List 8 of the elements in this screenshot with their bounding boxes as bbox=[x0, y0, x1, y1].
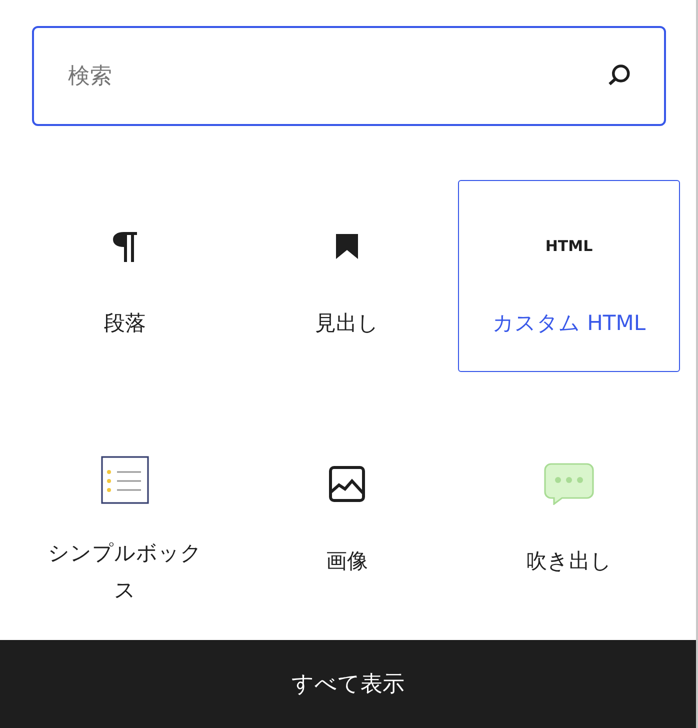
image-icon bbox=[328, 465, 366, 503]
bookmark-icon bbox=[335, 232, 359, 260]
speech-balloon-icon bbox=[544, 463, 594, 505]
html-icon: HTML bbox=[545, 237, 593, 255]
block-item[interactable]: HTML カスタム HTML bbox=[458, 180, 680, 372]
list-icon bbox=[101, 456, 149, 504]
search-field[interactable]: 検索 bbox=[32, 26, 666, 126]
show-all-button[interactable]: すべて表示 bbox=[0, 640, 696, 728]
